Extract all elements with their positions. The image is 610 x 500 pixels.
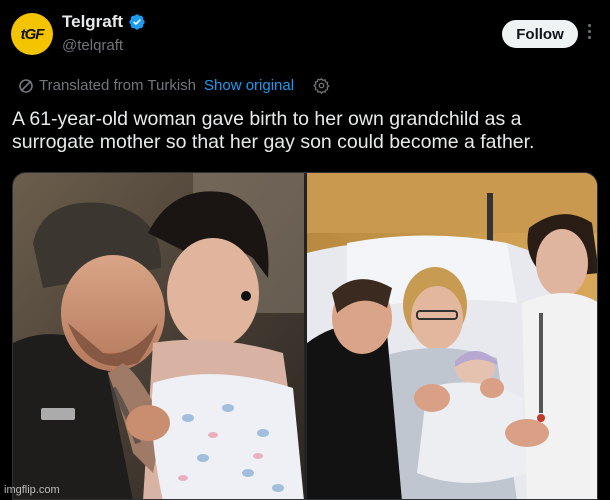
show-original-link[interactable]: Show original [204, 77, 294, 94]
watermark: imgflip.com [4, 484, 60, 496]
two-men-with-newborn-photo[interactable] [13, 173, 304, 500]
more-options-icon[interactable] [586, 24, 592, 44]
translation-bar: Translated from Turkish Show original [18, 77, 330, 94]
tweet-text: A 61-year-old woman gave birth to her ow… [12, 108, 535, 153]
follow-button[interactable]: Follow [502, 20, 578, 48]
name-row: Telgraft [62, 12, 146, 32]
translated-label: Translated from Turkish [39, 77, 196, 94]
media-grid[interactable] [12, 172, 598, 500]
handle[interactable]: @telqraft [62, 37, 123, 54]
tweet-header: tGF Telgraft @telqraft Follow [0, 0, 610, 70]
display-name[interactable]: Telgraft [62, 12, 123, 32]
verified-badge-icon [129, 14, 145, 30]
translate-icon [19, 78, 33, 93]
avatar[interactable]: tGF [11, 13, 53, 55]
gear-icon[interactable] [313, 77, 330, 94]
hospital-bed-family-with-newborn-photo[interactable] [307, 173, 598, 500]
